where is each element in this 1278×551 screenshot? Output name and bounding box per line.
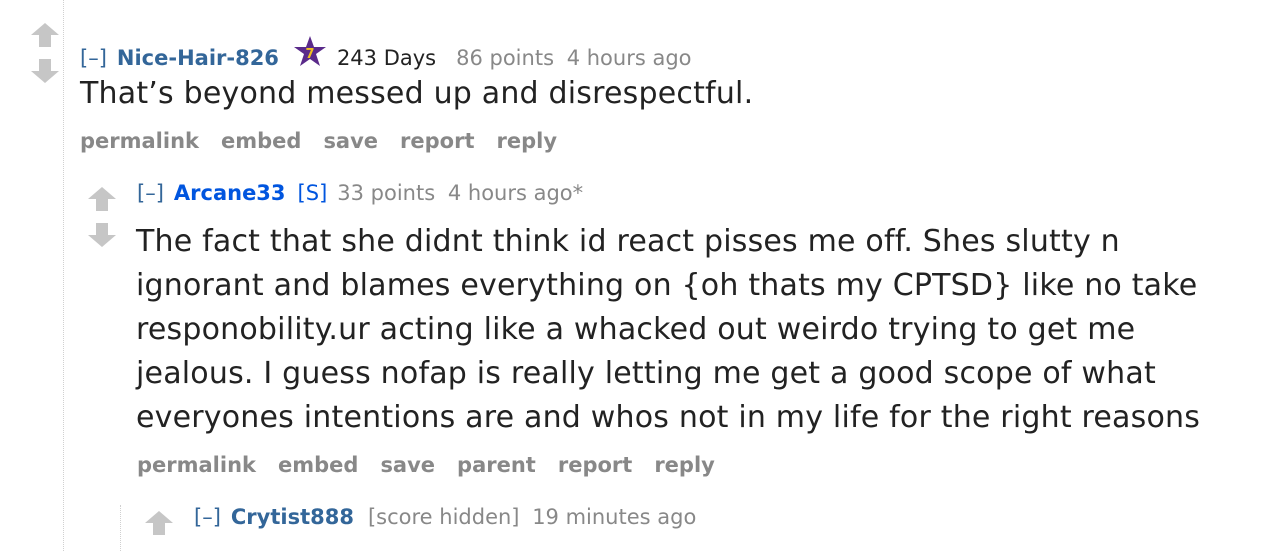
score: [score hidden] [367,505,520,529]
timestamp: 19 minutes ago [532,505,697,529]
permalink-button[interactable]: permalink [80,129,199,153]
body-line: The fact that she didnt think id react p… [136,224,1120,259]
comment-tagline: [–] Arcane33 [S] 33 points 4 hours ago* [137,181,583,205]
arrow-down-icon[interactable] [30,58,60,84]
comment-body: That’s beyond messed up and disrespectfu… [80,76,754,111]
report-button[interactable]: report [558,453,632,477]
vote-column [87,186,117,248]
arrow-up-icon[interactable] [144,510,174,536]
submitter-badge: [S] [297,181,328,205]
arrow-down-icon[interactable] [87,222,117,248]
svg-text:7: 7 [305,47,314,62]
permalink-button[interactable]: permalink [137,453,256,477]
parent-button[interactable]: parent [457,453,536,477]
score: 86 points [456,46,555,70]
body-line: jealous. I guess nofap is really letting… [136,356,1156,391]
comment-tagline: [–] Crytist888 [score hidden] 19 minutes… [194,505,696,529]
comment-actions: permalink embed save report reply [80,129,579,153]
collapse-toggle[interactable]: [–] [194,505,221,529]
star-badge-icon: 7 [293,35,327,69]
reply-button[interactable]: reply [497,129,558,153]
timestamp: 4 hours ago* [447,181,584,205]
author-link[interactable]: Crytist888 [231,505,354,529]
vote-column [144,510,174,536]
thread-line [120,505,121,551]
arrow-up-icon[interactable] [87,186,117,212]
author-link[interactable]: Arcane33 [174,181,286,205]
body-line: everyones intentions are and whos not in… [136,400,1201,435]
user-flair: 243 Days [336,46,437,70]
comment-meta: 86 points 4 hours ago [456,46,691,70]
collapse-toggle[interactable]: [–] [137,181,164,205]
comment-meta: [score hidden] 19 minutes ago [368,505,696,529]
score: 33 points [337,181,436,205]
vote-column [30,22,60,84]
comment-tagline: [–] Nice-Hair-826 7 243 Days 86 points 4… [80,31,692,70]
comment-body: The fact that she didnt think id react p… [136,220,1200,440]
embed-button[interactable]: embed [221,129,301,153]
embed-button[interactable]: embed [278,453,358,477]
report-button[interactable]: report [400,129,474,153]
save-button[interactable]: save [380,453,435,477]
save-button[interactable]: save [323,129,378,153]
author-link[interactable]: Nice-Hair-826 [117,46,279,70]
timestamp: 4 hours ago [566,46,692,70]
thread-line [63,0,64,551]
comment-actions: permalink embed save parent report reply [137,453,737,477]
arrow-up-icon[interactable] [30,22,60,48]
body-line: responobility.ur acting like a whacked o… [136,312,1136,347]
reply-button[interactable]: reply [654,453,715,477]
comment-meta: 33 points 4 hours ago* [337,181,583,205]
body-line: ignorant and blames everything on {oh th… [136,268,1198,303]
collapse-toggle[interactable]: [–] [80,46,107,70]
